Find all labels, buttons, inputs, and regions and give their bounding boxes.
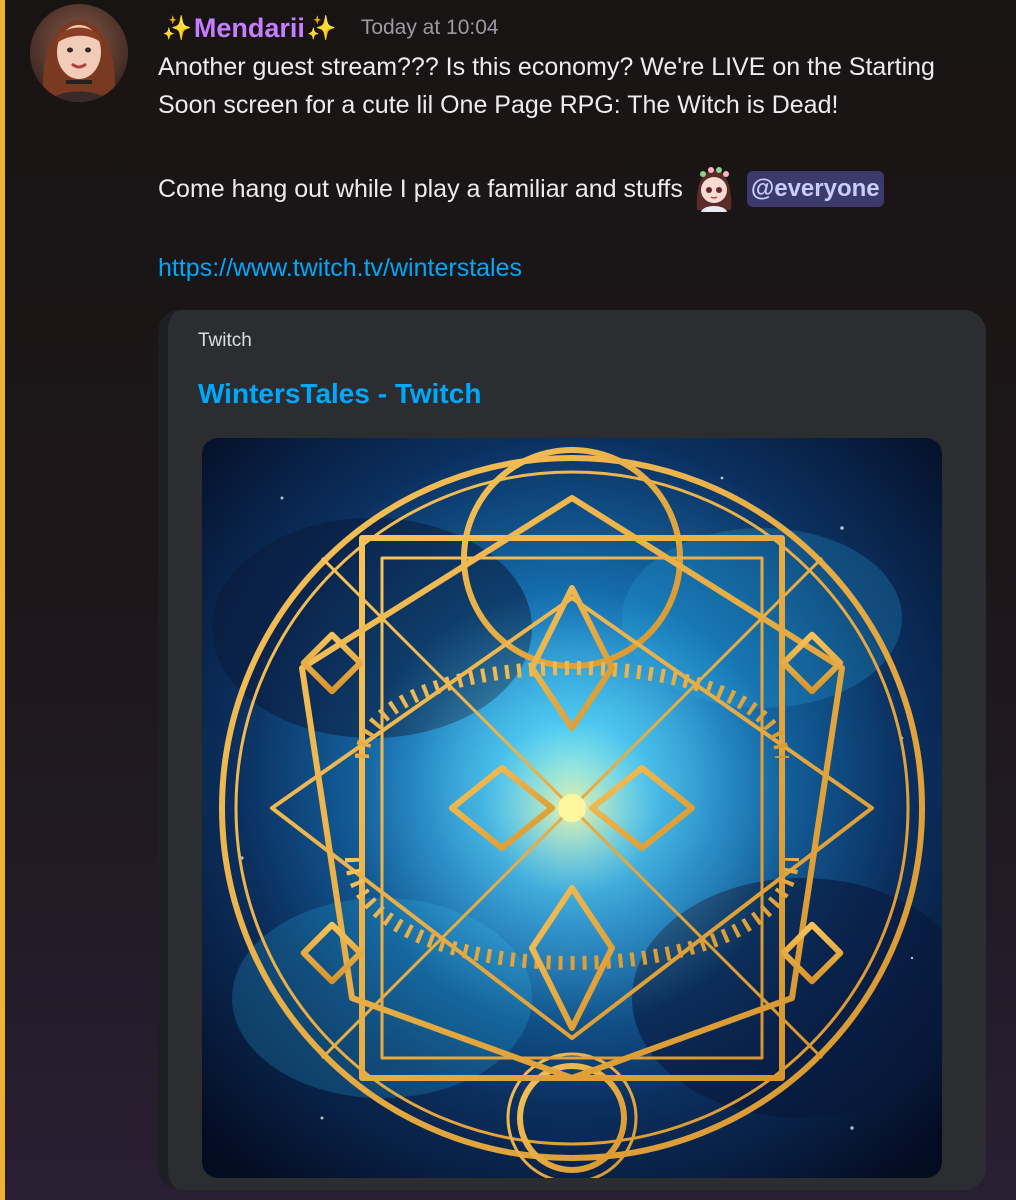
magic-circle-image-icon bbox=[202, 438, 942, 1178]
embed-provider: Twitch bbox=[198, 330, 252, 351]
message-text: Come hang out while I play a familiar an… bbox=[158, 174, 683, 203]
user-avatar[interactable] bbox=[30, 4, 128, 102]
chibi-girl-emoji-icon[interactable] bbox=[689, 164, 739, 214]
embed-image[interactable] bbox=[202, 438, 942, 1178]
sparkles-icon: ✨ bbox=[162, 14, 192, 42]
message-content: Another guest stream??? Is this economy?… bbox=[158, 48, 988, 124]
message-timestamp: Today at 10:04 bbox=[360, 16, 499, 39]
message-header: ✨ Mendarii ✨ Today at 10:04 bbox=[160, 10, 499, 46]
link-embed[interactable]: Twitch WintersTales - Twitch bbox=[158, 310, 986, 1190]
username-label: Mendarii bbox=[193, 12, 305, 43]
username[interactable]: ✨ Mendarii ✨ bbox=[160, 13, 339, 44]
sparkles-icon: ✨ bbox=[306, 14, 337, 42]
embed-title-link[interactable]: WintersTales - Twitch bbox=[198, 378, 481, 410]
message-paragraph: Another guest stream??? Is this economy?… bbox=[158, 53, 935, 119]
everyone-mention[interactable]: @everyone bbox=[746, 171, 884, 207]
mention-highlight-bar bbox=[0, 0, 5, 1200]
twitch-link[interactable]: https://www.twitch.tv/winterstales bbox=[158, 254, 522, 283]
message-line: Come hang out while I play a familiar an… bbox=[158, 164, 884, 214]
avatar-photo-icon bbox=[30, 4, 128, 102]
